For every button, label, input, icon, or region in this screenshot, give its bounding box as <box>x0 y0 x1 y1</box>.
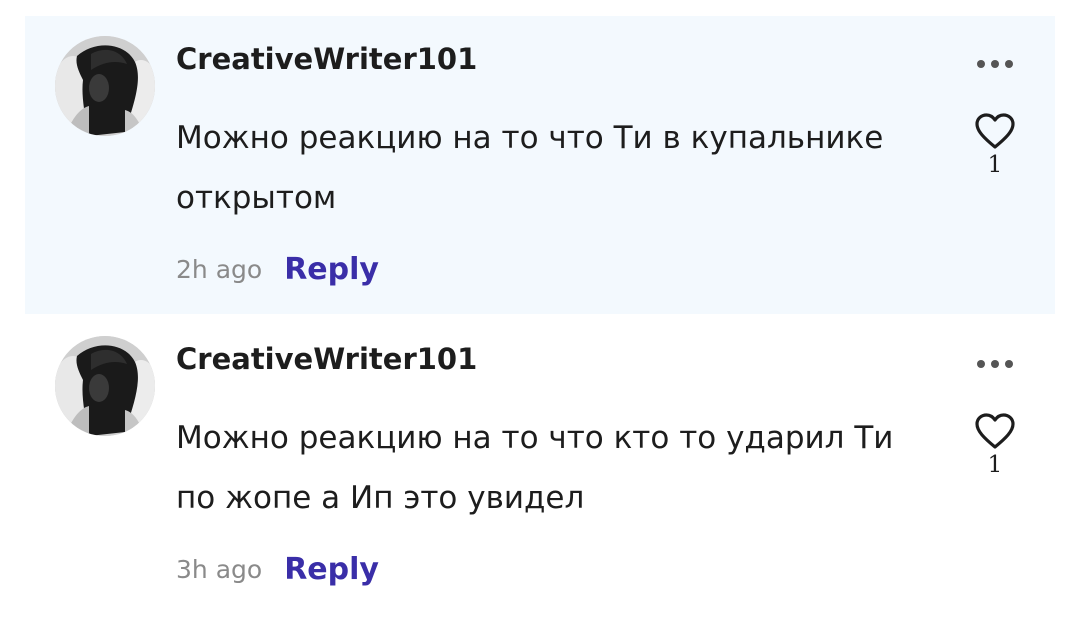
avatar-image <box>55 336 155 436</box>
like-count: 1 <box>987 152 1003 178</box>
like-button[interactable]: 1 <box>970 412 1020 478</box>
comment-item: CreativeWriter101 Можно реакцию на то чт… <box>25 16 1055 314</box>
like-count: 1 <box>987 452 1003 478</box>
more-options-button[interactable] <box>973 52 1017 76</box>
avatar[interactable] <box>55 36 155 136</box>
more-horizontal-icon <box>977 360 1013 368</box>
more-options-button[interactable] <box>973 352 1017 376</box>
like-button[interactable]: 1 <box>970 112 1020 178</box>
comment-text: Можно реакцию на то что Ти в купальнике … <box>176 120 884 216</box>
heart-outline-icon <box>975 113 1015 149</box>
reply-button[interactable]: Reply <box>284 252 379 287</box>
comment-text: Можно реакцию на то что кто то ударил Ти… <box>176 420 894 516</box>
comment-list: CreativeWriter101 Можно реакцию на то чт… <box>0 0 1080 624</box>
comment-timestamp: 3h ago <box>176 555 263 584</box>
avatar-image <box>55 36 155 136</box>
comment-item: CreativeWriter101 Можно реакцию на то чт… <box>25 316 1055 614</box>
heart-outline-icon <box>975 413 1015 449</box>
more-horizontal-icon <box>977 60 1013 68</box>
comment-username[interactable]: CreativeWriter101 <box>176 42 477 76</box>
comment-username[interactable]: CreativeWriter101 <box>176 342 477 376</box>
comment-timestamp: 2h ago <box>176 255 263 284</box>
avatar[interactable] <box>55 336 155 436</box>
comment-meta: 2h ago Reply <box>176 252 379 287</box>
comment-meta: 3h ago Reply <box>176 552 379 587</box>
reply-button[interactable]: Reply <box>284 552 379 587</box>
